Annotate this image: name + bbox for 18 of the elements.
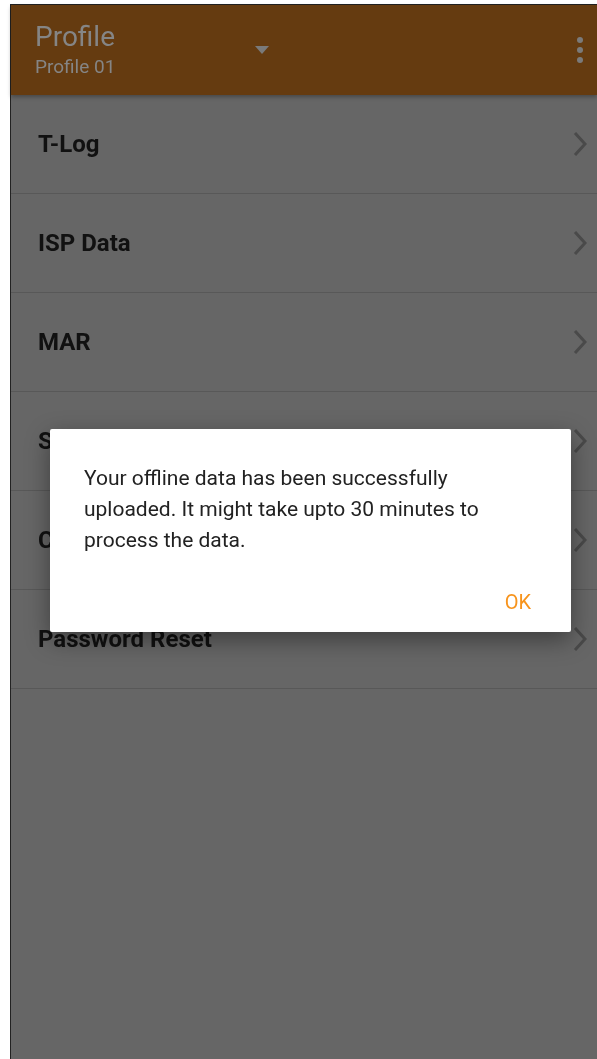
menu-item[interactable]: ISP Data (11, 194, 597, 293)
app-title: Profile (35, 20, 117, 54)
dropdown-icon[interactable] (255, 46, 269, 54)
chevron-right-icon (573, 230, 587, 256)
menu-item-label: MAR (38, 328, 92, 356)
profile-subtitle[interactable]: Profile 01 (35, 54, 255, 80)
menu-item-label: T-Log (38, 130, 101, 158)
chevron-right-icon (573, 428, 587, 454)
chevron-right-icon (573, 527, 587, 553)
more-options-icon[interactable] (577, 37, 583, 63)
dialog-message: Your offline data has been successfully uploaded. It might take upto 30 minutes to process the data. (84, 465, 480, 554)
chevron-right-icon (573, 626, 587, 652)
chevron-right-icon (573, 131, 587, 157)
menu-item-label: ISP Data (38, 229, 132, 257)
chevron-right-icon (573, 329, 587, 355)
menu-item-label: Password Reset (38, 625, 213, 653)
menu-item[interactable]: MAR (11, 293, 597, 392)
menu-item[interactable]: T-Log (11, 95, 597, 194)
